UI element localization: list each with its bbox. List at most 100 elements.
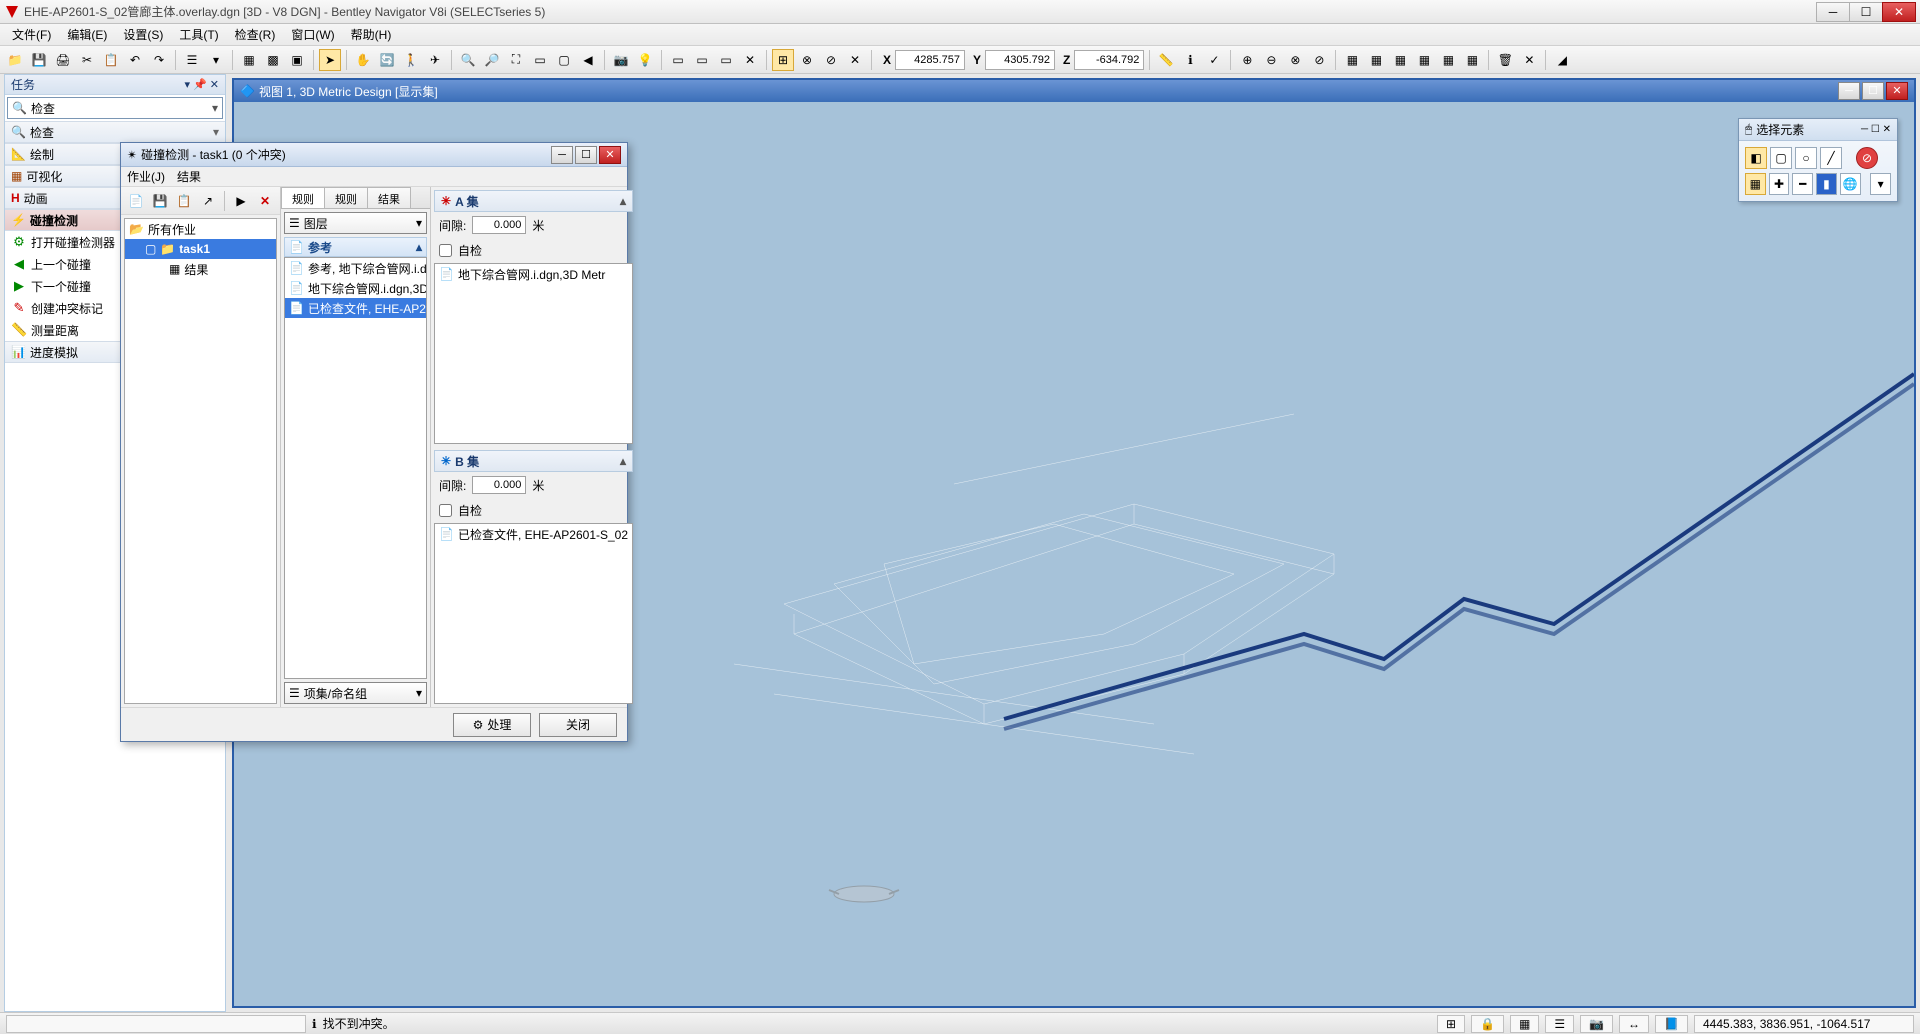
status-cell-1[interactable] (6, 1015, 306, 1033)
tool-save-icon[interactable]: 💾 (28, 49, 50, 71)
sel-op-2-icon[interactable]: ✚ (1769, 173, 1790, 195)
sel-mode-1-icon[interactable]: ◧ (1745, 147, 1767, 169)
tool-zoomout-icon[interactable]: 🔎 (481, 49, 503, 71)
job-copy-icon[interactable]: 📋 (173, 190, 195, 212)
tool-area-icon[interactable]: ▢ (553, 49, 575, 71)
tool-view2-icon[interactable]: ▩ (262, 49, 284, 71)
tree-all-jobs[interactable]: 📂所有作业 (125, 219, 276, 239)
tool-zoomin-icon[interactable]: 🔍 (457, 49, 479, 71)
tool-measure-icon[interactable]: 📏 (1155, 49, 1177, 71)
status-book-icon[interactable]: 📘 (1655, 1015, 1688, 1033)
coord-y-input[interactable]: 4305.792 (985, 50, 1055, 70)
tool-e2-icon[interactable]: ✕ (1518, 49, 1540, 71)
jobs-tree[interactable]: 📂所有作业 ▢📁task1 ▦结果 (124, 218, 277, 704)
project-combo[interactable]: ☰ 项集/命名组 ▾ (284, 682, 427, 704)
tool-redo-icon[interactable]: ↷ (148, 49, 170, 71)
ref-item-3[interactable]: 📄已检查文件, EHE-AP2601-S_02 (285, 298, 426, 318)
tool-view1-icon[interactable]: ▦ (238, 49, 260, 71)
tool-walk-icon[interactable]: 🚶 (400, 49, 422, 71)
tool-fit-icon[interactable]: ⛶ (505, 49, 527, 71)
coord-x-input[interactable]: 4285.757 (895, 50, 965, 70)
tool-clip3-icon[interactable]: ▭ (715, 49, 737, 71)
sel-op-3-icon[interactable]: ━ (1792, 173, 1813, 195)
status-level-icon[interactable]: ☰ (1545, 1015, 1574, 1033)
ref-item-2[interactable]: 📄地下综合管网.i.dgn,3D Metr (285, 278, 426, 298)
tool-e1-icon[interactable]: 🗑 (1494, 49, 1516, 71)
set-a-item-1[interactable]: 📄地下综合管网.i.dgn,3D Metr (435, 264, 632, 284)
tree-result[interactable]: ▦结果 (125, 259, 276, 279)
ref-list[interactable]: 📄参考, 地下综合管网.i.dgn,3D 📄地下综合管网.i.dgn,3D Me… (284, 257, 427, 679)
close-button[interactable]: 关闭 (539, 713, 617, 737)
menu-window[interactable]: 窗口(W) (283, 24, 342, 45)
task-section-review[interactable]: 🔍检查 ▾ (5, 121, 225, 143)
clash-menu-result[interactable]: 结果 (177, 168, 201, 185)
tool-d6-icon[interactable]: ▦ (1461, 49, 1483, 71)
panel-min-icon[interactable]: ─ ☐ ✕ (1861, 124, 1891, 135)
dialog-close-button[interactable]: ✕ (599, 146, 621, 164)
menu-help[interactable]: 帮助(H) (343, 24, 400, 45)
tool-d2-icon[interactable]: ▦ (1365, 49, 1387, 71)
tool-d5-icon[interactable]: ▦ (1437, 49, 1459, 71)
selfcheck-b-checkbox[interactable] (439, 504, 452, 517)
tool-check-icon[interactable]: ✓ (1203, 49, 1225, 71)
status-lock-icon[interactable]: 🔒 (1471, 1015, 1504, 1033)
sel-op-1-icon[interactable]: ▦ (1745, 173, 1766, 195)
clash-menu-job[interactable]: 作业(J) (127, 168, 165, 185)
tree-task1[interactable]: ▢📁task1 (125, 239, 276, 259)
tool-light-icon[interactable]: 💡 (634, 49, 656, 71)
ref-section-header[interactable]: 📄 参考 ▴ (284, 237, 427, 257)
set-b-list[interactable]: 📄已检查文件, EHE-AP2601-S_02 (434, 523, 633, 704)
tool-snap4-icon[interactable]: ✕ (844, 49, 866, 71)
menu-settings[interactable]: 设置(S) (115, 24, 171, 45)
menu-edit[interactable]: 编辑(E) (59, 24, 115, 45)
window-maximize-button[interactable]: ☐ (1849, 2, 1883, 22)
job-save-icon[interactable]: 💾 (149, 190, 171, 212)
tool-m4-icon[interactable]: ⊘ (1308, 49, 1330, 71)
set-a-header[interactable]: ✳ A 集 ▴ (434, 190, 633, 212)
layer-combo[interactable]: ☰ 图层 ▾ (284, 212, 427, 234)
viewport-min-button[interactable]: ─ (1838, 82, 1860, 100)
tool-info-icon[interactable]: ℹ (1179, 49, 1201, 71)
tool-pan-icon[interactable]: ✋ (352, 49, 374, 71)
menu-file[interactable]: 文件(F) (4, 24, 59, 45)
coord-z-input[interactable]: -634.792 (1074, 50, 1144, 70)
tool-snap3-icon[interactable]: ⊘ (820, 49, 842, 71)
set-a-list[interactable]: 📄地下综合管网.i.dgn,3D Metr (434, 263, 633, 444)
sel-op-4-icon[interactable]: ▮ (1816, 173, 1837, 195)
tool-rotate-icon[interactable]: 🔄 (376, 49, 398, 71)
tool-d4-icon[interactable]: ▦ (1413, 49, 1435, 71)
job-run-icon[interactable]: ▶ (230, 190, 252, 212)
window-close-button[interactable]: ✕ (1882, 2, 1916, 22)
selection-panel-title[interactable]: 🖱 选择元素 ─ ☐ ✕ (1739, 119, 1897, 141)
tool-snap1-icon[interactable]: ⊞ (772, 49, 794, 71)
tool-view3-icon[interactable]: ▣ (286, 49, 308, 71)
job-new-icon[interactable]: 📄 (125, 190, 147, 212)
clash-dialog[interactable]: ✴ 碰撞检测 - task1 (0 个冲突) ─ ☐ ✕ 作业(J) 结果 📄 … (120, 142, 628, 742)
tool-select-icon[interactable]: ➤ (319, 49, 341, 71)
tool-open-icon[interactable]: 📁 (4, 49, 26, 71)
selfcheck-a-checkbox[interactable] (439, 244, 452, 257)
viewport-max-button[interactable]: ☐ (1862, 82, 1884, 100)
process-button[interactable]: ⚙处理 (453, 713, 531, 737)
ref-item-1[interactable]: 📄参考, 地下综合管网.i.dgn,3D (285, 258, 426, 278)
tool-d1-icon[interactable]: ▦ (1341, 49, 1363, 71)
tool-m1-icon[interactable]: ⊕ (1236, 49, 1258, 71)
status-snap-icon[interactable]: ⊞ (1437, 1015, 1465, 1033)
tool-print-icon[interactable]: 🖨 (52, 49, 74, 71)
tasks-combo-1[interactable]: 🔍 检查 ▾ (7, 97, 223, 119)
pin-icon[interactable]: ▾ 📌 ✕ (184, 78, 219, 91)
menu-review[interactable]: 检查(R) (227, 24, 284, 45)
viewport-close-button[interactable]: ✕ (1886, 82, 1908, 100)
sel-drop-icon[interactable]: ▾ (1870, 173, 1891, 195)
status-cam-icon[interactable]: 📷 (1580, 1015, 1613, 1033)
dialog-max-button[interactable]: ☐ (575, 146, 597, 164)
tab-results[interactable]: 结果 (367, 187, 411, 208)
tool-undo-icon[interactable]: ↶ (124, 49, 146, 71)
dialog-min-button[interactable]: ─ (551, 146, 573, 164)
window-minimize-button[interactable]: ─ (1816, 2, 1850, 22)
tool-cut-icon[interactable]: ✂ (76, 49, 98, 71)
tool-clip1-icon[interactable]: ▭ (667, 49, 689, 71)
job-export-icon[interactable]: ↗ (197, 190, 219, 212)
job-delete-icon[interactable]: ✕ (254, 190, 276, 212)
set-b-header[interactable]: ✳ B 集 ▴ (434, 450, 633, 472)
